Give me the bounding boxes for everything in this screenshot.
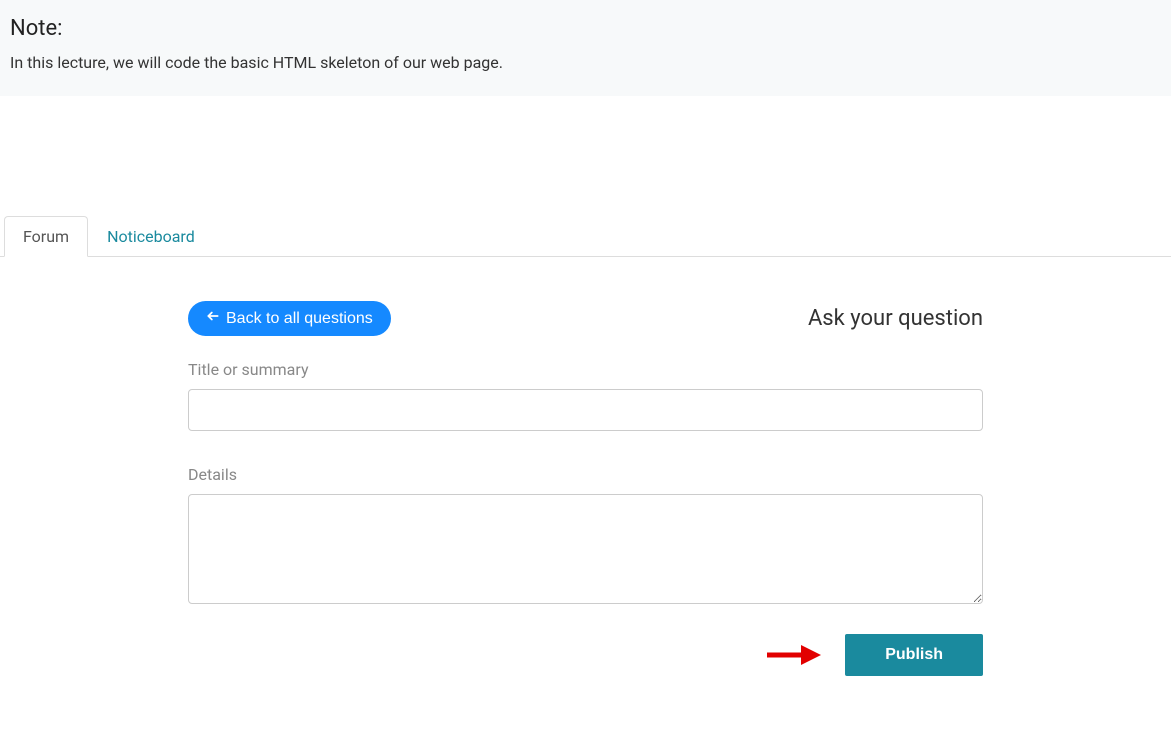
- tab-noticeboard[interactable]: Noticeboard: [88, 216, 214, 257]
- arrow-right-annotation-icon: [765, 643, 821, 667]
- form-title: Ask your question: [808, 306, 983, 331]
- tabs-container: Forum Noticeboard: [0, 216, 1171, 257]
- note-text: In this lecture, we will code the basic …: [10, 53, 1161, 72]
- tab-forum[interactable]: Forum: [4, 216, 88, 257]
- title-input[interactable]: [188, 389, 983, 431]
- details-textarea[interactable]: [188, 494, 983, 604]
- form-header: Back to all questions Ask your question: [188, 301, 983, 336]
- back-button-label: Back to all questions: [226, 310, 373, 328]
- note-heading: Note:: [10, 16, 1161, 41]
- back-to-questions-button[interactable]: Back to all questions: [188, 301, 391, 336]
- title-label: Title or summary: [188, 360, 983, 379]
- note-section: Note: In this lecture, we will code the …: [0, 0, 1171, 96]
- publish-button[interactable]: Publish: [845, 634, 983, 676]
- publish-row: Publish: [188, 634, 983, 676]
- ask-question-form: Back to all questions Ask your question …: [188, 301, 983, 676]
- details-label: Details: [188, 465, 983, 484]
- arrow-left-icon: [206, 309, 220, 328]
